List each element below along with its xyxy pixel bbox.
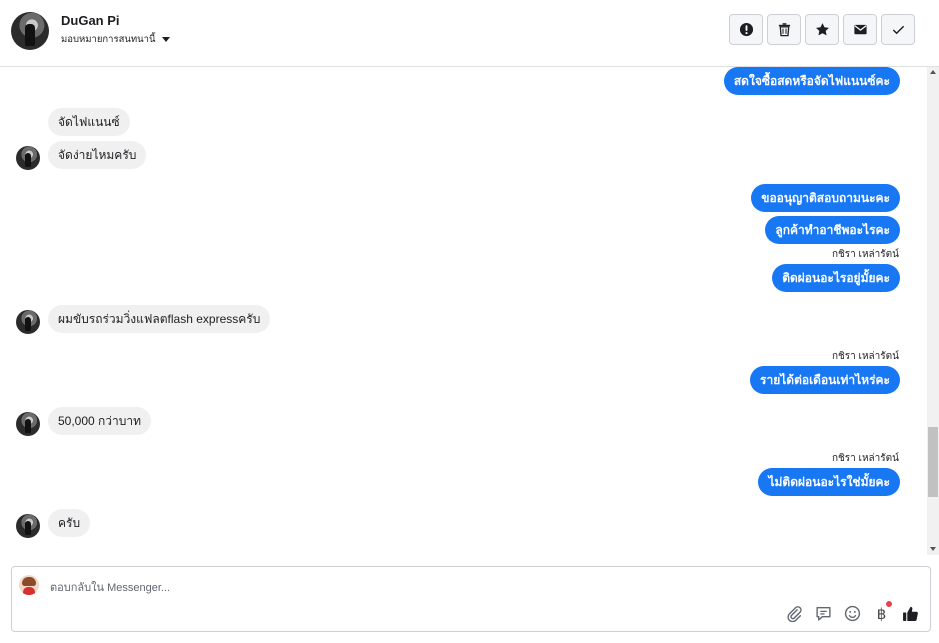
message-thread[interactable]: สดใจซื้อสดหรือจัดไฟแนนซ์คะ จัดไฟแนนซ์ จั… (0, 67, 927, 555)
trash-icon (778, 23, 790, 37)
message-incoming: 50,000 กว่าบาท (48, 407, 152, 435)
conversation-header: DuGan Pi มอบหมายการสนทนานี้ (0, 0, 939, 67)
header-actions (729, 14, 915, 45)
paperclip-icon (787, 606, 802, 622)
star-button[interactable] (805, 14, 839, 45)
sender-avatar (16, 146, 40, 170)
thumbs-up-icon (903, 606, 918, 621)
mark-unread-button[interactable] (843, 14, 877, 45)
exclamation-icon (739, 22, 753, 37)
thread-scrollbar[interactable] (927, 67, 939, 555)
sender-name: กชิรา เหล่ารัตน์ (831, 249, 899, 260)
message-incoming: ผมขับรถร่วมวิ่งแฟลตflash expressครับ (48, 305, 271, 333)
message-outgoing: ไม่ติดผ่อนอะไรใช่มั้ยคะ (758, 468, 900, 496)
assign-conversation-dropdown[interactable]: มอบหมายการสนทนานี้ (61, 32, 170, 47)
message-incoming: ครับ (48, 509, 91, 537)
sender-name: กชิรา เหล่ารัตน์ (831, 453, 899, 464)
caret-down-icon (161, 37, 170, 42)
delete-button[interactable] (767, 14, 801, 45)
scroll-up-arrow-icon[interactable] (930, 70, 936, 74)
checkmark-icon (892, 25, 904, 35)
assign-label: มอบหมายการสนทนานี้ (61, 34, 156, 45)
message-outgoing: รายได้ต่อเดือนเท่าไหร่คะ (750, 366, 900, 394)
chat-bubble-icon (816, 606, 831, 621)
baht-icon: ฿ (876, 604, 887, 623)
like-button[interactable] (901, 604, 920, 623)
message-outgoing: ติดผ่อนอะไรอยู่มั้ยคะ (772, 264, 900, 292)
smiley-icon (844, 605, 861, 622)
envelope-icon (853, 24, 867, 35)
star-icon (815, 23, 829, 36)
sender-avatar (16, 412, 40, 436)
message-outgoing: ลูกค้าทำอาชีพอะไรคะ (765, 216, 900, 244)
composer-tools: ฿ (785, 601, 920, 623)
sender-name: กชิรา เหล่ารัตน์ (831, 351, 899, 362)
sender-avatar (16, 514, 40, 538)
message-outgoing: ขออนุญาติสอบถามนะคะ (751, 184, 900, 212)
reply-input[interactable] (50, 579, 750, 597)
attach-button[interactable] (785, 604, 804, 623)
message-incoming: จัดง่ายไหมครับ (48, 141, 147, 169)
contact-avatar[interactable] (11, 12, 49, 50)
saved-replies-button[interactable] (814, 604, 833, 623)
notification-dot (886, 601, 892, 607)
page-avatar (19, 575, 39, 595)
payment-button[interactable]: ฿ (872, 601, 892, 623)
reply-composer: ฿ (11, 566, 931, 632)
contact-name[interactable]: DuGan Pi (61, 13, 120, 28)
scroll-down-arrow-icon[interactable] (930, 547, 936, 551)
message-incoming: จัดไฟแนนซ์ (48, 108, 130, 136)
message-outgoing: สดใจซื้อสดหรือจัดไฟแนนซ์คะ (723, 67, 900, 95)
mark-done-button[interactable] (881, 14, 915, 45)
sender-avatar (16, 310, 40, 334)
mark-spam-button[interactable] (729, 14, 763, 45)
emoji-button[interactable] (843, 604, 862, 623)
scroll-thumb[interactable] (928, 427, 938, 497)
